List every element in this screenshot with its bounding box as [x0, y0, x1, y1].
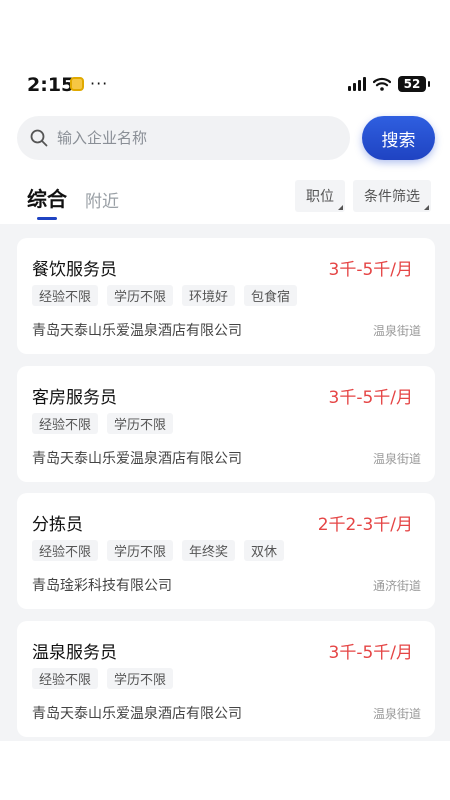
job-card[interactable]: 餐饮服务员 3千-5千/月 经验不限 学历不限 环境好 包食宿 青岛天泰山乐爱温…	[17, 238, 435, 354]
status-bar: 2:15 ··· 52	[0, 0, 450, 96]
status-time: 2:15	[27, 74, 75, 96]
job-title: 客房服务员	[32, 388, 117, 408]
status-notifications: ···	[70, 76, 108, 92]
condition-filter-label: 条件筛选	[364, 189, 420, 205]
job-company: 青岛天泰山乐爱温泉酒店有限公司	[32, 451, 242, 467]
job-list: 餐饮服务员 3千-5千/月 经验不限 学历不限 环境好 包食宿 青岛天泰山乐爱温…	[0, 224, 450, 741]
job-company: 青岛天泰山乐爱温泉酒店有限公司	[32, 323, 242, 339]
job-title: 分拣员	[32, 515, 83, 535]
job-tag: 经验不限	[32, 413, 99, 434]
job-tag: 学历不限	[107, 413, 174, 434]
search-input[interactable]	[57, 129, 317, 147]
job-tag: 学历不限	[107, 285, 174, 306]
search-box[interactable]	[17, 116, 350, 160]
job-company: 青岛琻彩科技有限公司	[32, 578, 172, 594]
condition-filter-button[interactable]: 条件筛选	[353, 180, 431, 212]
job-tag: 经验不限	[32, 668, 99, 689]
job-location: 温泉街道	[372, 452, 421, 466]
job-location: 温泉街道	[372, 707, 421, 721]
dropdown-corner-icon	[424, 205, 429, 210]
job-title: 温泉服务员	[32, 643, 117, 663]
dropdown-corner-icon	[338, 205, 343, 210]
job-title: 餐饮服务员	[32, 260, 117, 280]
search-button[interactable]: 搜索	[362, 116, 435, 160]
job-location: 温泉街道	[372, 324, 421, 338]
job-tag: 学历不限	[107, 540, 174, 561]
cellular-signal-icon	[348, 77, 366, 91]
position-filter-button[interactable]: 职位	[295, 180, 345, 212]
job-salary: 3千-5千/月	[328, 388, 414, 408]
job-tag: 包食宿	[244, 285, 298, 306]
notification-app-icon	[70, 77, 84, 91]
job-tag: 学历不限	[107, 668, 174, 689]
battery-icon: 52	[398, 76, 430, 92]
job-salary: 2千2-3千/月	[317, 515, 413, 535]
job-card[interactable]: 温泉服务员 3千-5千/月 经验不限 学历不限 青岛天泰山乐爱温泉酒店有限公司 …	[17, 621, 435, 737]
job-tags: 经验不限 学历不限	[32, 413, 174, 434]
tab-nearby[interactable]: 附近	[85, 187, 119, 212]
job-tag: 经验不限	[32, 285, 99, 306]
job-tag: 经验不限	[32, 540, 99, 561]
job-tags: 经验不限 学历不限 年终奖 双休	[32, 540, 285, 561]
job-tags: 经验不限 学历不限	[32, 668, 174, 689]
wifi-icon	[373, 77, 391, 91]
tab-bar: 综合 附近	[27, 183, 119, 220]
more-notifications-icon: ···	[90, 74, 109, 93]
job-tag: 环境好	[182, 285, 236, 306]
job-card[interactable]: 客房服务员 3千-5千/月 经验不限 学历不限 青岛天泰山乐爱温泉酒店有限公司 …	[17, 366, 435, 482]
position-filter-label: 职位	[306, 189, 334, 205]
status-indicators: 52	[348, 76, 430, 92]
tab-comprehensive[interactable]: 综合	[27, 183, 67, 220]
search-icon	[30, 129, 48, 147]
job-tag: 双休	[244, 540, 285, 561]
job-tags: 经验不限 学历不限 环境好 包食宿	[32, 285, 298, 306]
job-salary: 3千-5千/月	[328, 643, 414, 663]
job-company: 青岛天泰山乐爱温泉酒店有限公司	[32, 706, 242, 722]
job-location: 通济街道	[372, 579, 421, 593]
job-card[interactable]: 分拣员 2千2-3千/月 经验不限 学历不限 年终奖 双休 青岛琻彩科技有限公司…	[17, 493, 435, 609]
filter-bar: 职位 条件筛选	[295, 180, 431, 212]
search-bar: 搜索	[17, 116, 435, 160]
job-salary: 3千-5千/月	[328, 260, 414, 280]
job-tag: 年终奖	[182, 540, 236, 561]
